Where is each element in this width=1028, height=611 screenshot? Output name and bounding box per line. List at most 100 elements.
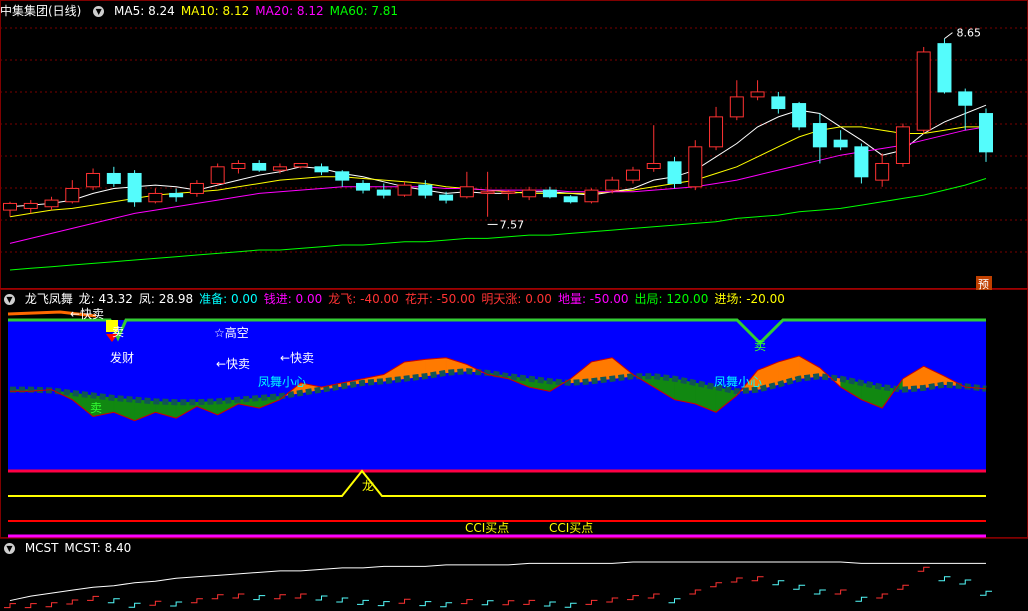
candle-body [169, 192, 184, 198]
price-step-mark [938, 576, 951, 582]
annotation-sell: 卖 [112, 325, 124, 339]
candle-body [750, 91, 765, 98]
price-step-mark [917, 566, 930, 572]
candle-body [584, 189, 599, 203]
price-step-mark [689, 589, 702, 595]
price-step-mark [336, 597, 349, 603]
forecast-badge-text: 预 [978, 278, 989, 291]
annotation-fast-sell: ←快卖 [70, 307, 104, 321]
candle-body [833, 139, 848, 148]
price-step-mark [440, 602, 453, 608]
annotation-phoenix-caution: 凤舞小心 [714, 375, 762, 389]
candle-body [895, 126, 910, 164]
candle-body [688, 146, 703, 188]
candle-body [812, 123, 827, 148]
stock-chart[interactable]: 8.657.57预←快卖卖发财☆高空←快卖 ←快卖凤舞小心卖凤舞小心卖龙CCI买点… [0, 0, 1028, 611]
annotation-sell: 卖 [90, 401, 102, 415]
price-step-mark [357, 599, 370, 605]
candle-body [667, 161, 682, 184]
price-step-mark [564, 602, 577, 608]
candle-body [439, 194, 454, 201]
annotation-dragon: 龙 [362, 479, 374, 493]
candle-body [480, 191, 495, 194]
price-step-mark [398, 598, 411, 604]
high-price-label: 8.65 [956, 27, 981, 40]
candle-body [335, 171, 350, 181]
main-panel-frame [0, 0, 1028, 289]
candle-body [356, 182, 371, 191]
price-step-mark [834, 589, 847, 595]
annotation-cci-buy: CCI买点 [465, 521, 509, 535]
candle-body [314, 166, 329, 173]
price-step-mark [959, 579, 972, 585]
price-step-mark [813, 589, 826, 595]
candle-body [729, 96, 744, 118]
candle-body [3, 202, 17, 211]
candle-body [418, 184, 433, 196]
price-step-mark [294, 593, 307, 599]
price-step-mark [980, 590, 992, 596]
annotation-phoenix-caution: 凤舞小心 [258, 375, 306, 389]
annotation-profit: 发财 [110, 350, 134, 365]
price-step-mark [170, 601, 183, 607]
candle-body [106, 172, 121, 184]
candle-body [397, 184, 412, 196]
candle-body [937, 43, 952, 93]
price-step-mark [710, 582, 723, 588]
price-step-mark [543, 601, 556, 607]
candle-body [709, 116, 724, 148]
price-step-mark [87, 595, 100, 601]
candle-body [210, 166, 225, 184]
candle-body [86, 172, 101, 188]
candle-body [459, 186, 474, 198]
annotation-fast-sell: ←快卖 [280, 351, 314, 365]
price-step-mark [481, 600, 494, 606]
candle-body [792, 103, 807, 128]
price-step-mark [253, 595, 266, 601]
candle-body [376, 189, 391, 196]
annotation-fast-sell: ←快卖 [216, 357, 250, 371]
candle-body [293, 162, 308, 168]
annotation-high-short: ☆高空 [214, 325, 249, 340]
low-price-label: 7.57 [500, 218, 525, 231]
ma-line-ma60 [9, 178, 987, 271]
candle-body [646, 162, 661, 169]
annotation-sell: 卖 [754, 339, 766, 353]
candle-body [916, 51, 931, 131]
price-step-mark [460, 599, 473, 605]
candle-body [148, 192, 163, 203]
price-step-mark [232, 593, 245, 599]
candle-body [127, 172, 142, 203]
candle-body [542, 189, 557, 198]
candle-body [23, 202, 38, 209]
candle-body [979, 113, 993, 153]
price-step-mark [772, 580, 785, 586]
candle-body [252, 162, 267, 171]
price-step-mark [377, 601, 390, 607]
price-step-mark [585, 599, 598, 605]
price-step-mark [523, 599, 536, 605]
price-step-mark [876, 593, 889, 599]
candle-body [501, 191, 516, 194]
candle-body [272, 166, 287, 171]
price-step-mark [149, 600, 162, 606]
price-step-mark [855, 596, 868, 602]
price-step-mark [793, 584, 806, 590]
candle-body [875, 162, 890, 181]
candle-body [625, 169, 640, 181]
price-step-mark [4, 603, 16, 609]
entry-line [8, 469, 986, 497]
mcst-line [9, 561, 986, 602]
price-step-mark [273, 594, 286, 600]
price-step-mark [647, 593, 660, 599]
candle-body [958, 91, 973, 106]
candle-body [563, 196, 578, 203]
price-step-mark [626, 595, 639, 601]
candle-body [189, 182, 204, 194]
price-step-mark [211, 594, 224, 600]
indicator-background [8, 320, 986, 471]
price-step-mark [66, 599, 79, 605]
price-step-mark [45, 602, 58, 608]
price-step-mark [190, 598, 203, 604]
price-step-mark [24, 603, 37, 609]
